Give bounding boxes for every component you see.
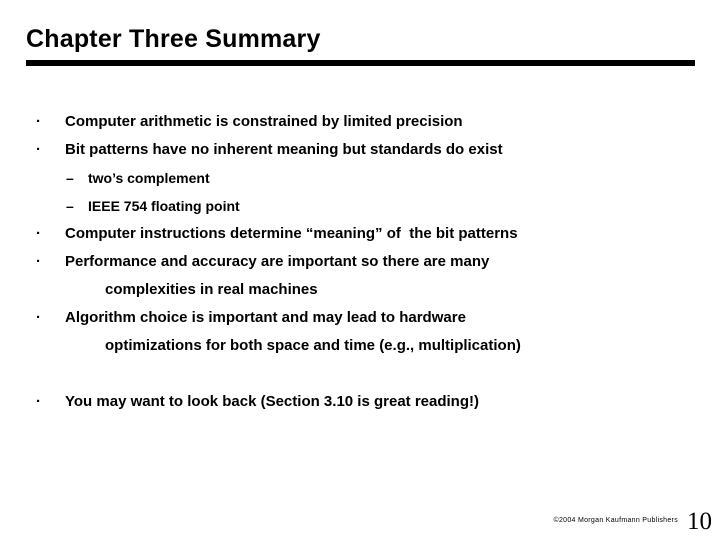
bullet-list: · Computer arithmetic is constrained by l… (0, 108, 720, 416)
list-item: · You may want to look back (Section 3.10… (0, 388, 720, 416)
page-title: Chapter Three Summary (26, 25, 321, 53)
list-item-continuation: complexities in real machines (0, 276, 720, 304)
copyright-notice: ©2004 Morgan Kaufmann Publishers (553, 517, 678, 524)
slide: Chapter Three Summary · Computer arithmet… (0, 0, 720, 540)
list-item-label: Performance and accuracy are important s… (65, 253, 490, 270)
bullet-icon: · (36, 113, 41, 130)
bullet-icon: · (36, 309, 41, 326)
title-underline-rule (26, 60, 695, 66)
list-item: · Computer instructions determine “meanin… (0, 220, 720, 248)
list-item: · Performance and accuracy are important … (0, 248, 720, 276)
dash-icon: – (66, 170, 74, 186)
list-item-label: complexities in real machines (105, 281, 318, 298)
bullet-icon: · (36, 141, 41, 158)
slide-number: 10 (687, 508, 712, 535)
list-item-label: IEEE 754 floating point (88, 198, 240, 214)
sub-list-item: – two’s complement (0, 164, 720, 192)
list-item-continuation: optimizations for both space and time (e… (0, 332, 720, 360)
dash-icon: – (66, 198, 74, 214)
list-item-label: Bit patterns have no inherent meaning bu… (65, 141, 503, 158)
bullet-icon: · (36, 225, 41, 242)
list-item: · Algorithm choice is important and may l… (0, 304, 720, 332)
list-item-label: Computer arithmetic is constrained by li… (65, 113, 463, 130)
list-item: · Computer arithmetic is constrained by l… (0, 108, 720, 136)
bullet-icon: · (36, 393, 41, 410)
list-item-label: Computer instructions determine “meaning… (65, 225, 518, 242)
list-item-label: You may want to look back (Section 3.10 … (65, 393, 479, 410)
sub-list-item: – IEEE 754 floating point (0, 192, 720, 220)
list-item-label: optimizations for both space and time (e… (105, 337, 521, 354)
slide-footer: ©2004 Morgan Kaufmann Publishers 10 (0, 492, 720, 540)
list-item-label: two’s complement (88, 170, 210, 186)
bullet-icon: · (36, 253, 41, 270)
list-item-label: Algorithm choice is important and may le… (65, 309, 466, 326)
list-item: · Bit patterns have no inherent meaning b… (0, 136, 720, 164)
